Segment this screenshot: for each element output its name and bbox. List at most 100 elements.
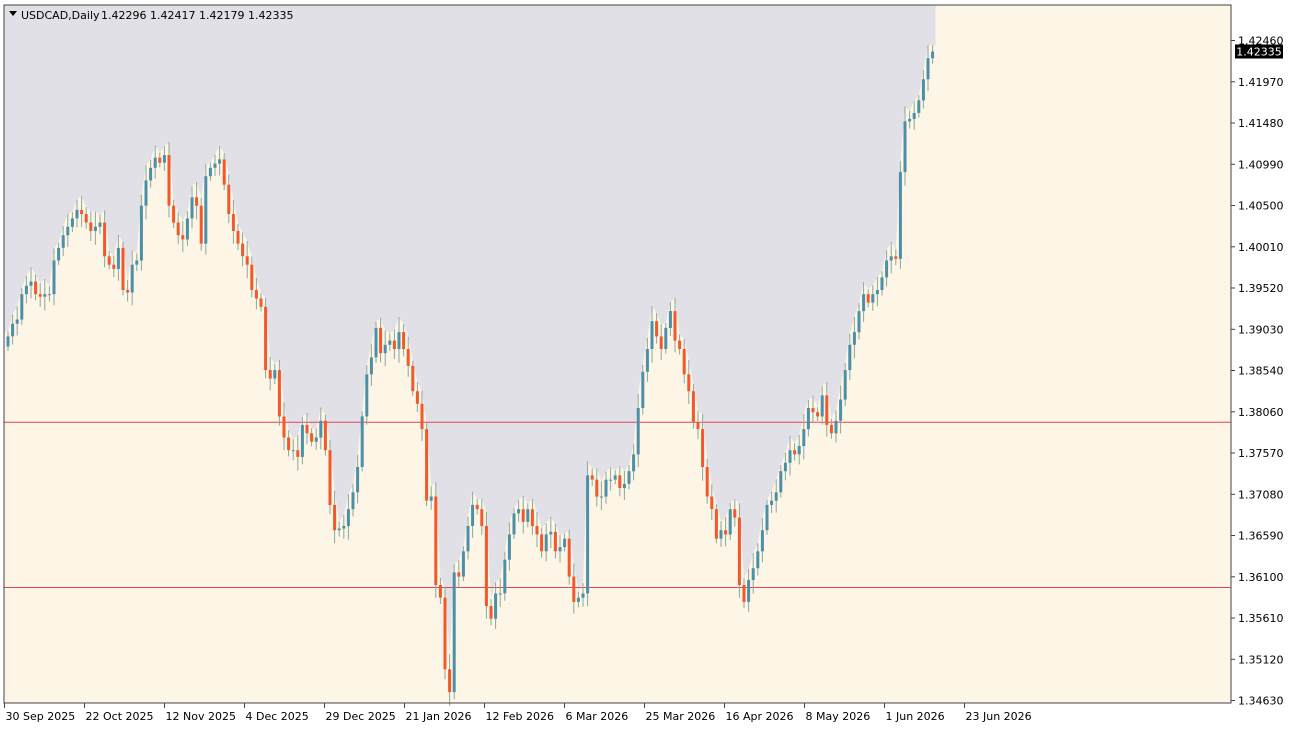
candle-body — [572, 576, 576, 602]
candle-body — [130, 264, 134, 293]
candle-body — [29, 281, 33, 286]
candle-body — [678, 340, 682, 349]
candle-body — [576, 597, 580, 602]
candle-body — [912, 113, 916, 119]
candle-body — [162, 155, 166, 163]
candle-body — [236, 231, 240, 244]
candle-body — [392, 340, 396, 349]
candle-body — [195, 197, 199, 206]
candle-body — [383, 344, 387, 354]
candle-body — [503, 559, 507, 594]
candle-body — [613, 475, 617, 480]
candle-body — [770, 500, 774, 505]
candle-body — [797, 445, 801, 455]
candle-body — [760, 530, 764, 552]
time-tick-label: 29 Dec 2025 — [326, 710, 396, 723]
candle-body — [931, 51, 935, 59]
candle-body — [397, 332, 401, 349]
candle-body — [43, 294, 47, 297]
candle-body — [774, 492, 778, 501]
candle-body — [655, 321, 659, 337]
time-tick-label: 1 Jun 2026 — [886, 710, 945, 723]
candle-body — [788, 450, 792, 463]
candle-body — [595, 479, 599, 497]
candle-body — [825, 395, 829, 425]
candle — [328, 440, 332, 514]
candle — [714, 504, 718, 544]
candle-body — [471, 504, 475, 526]
candle-body — [710, 496, 714, 510]
chart-window: 1.42460 1.41970 1.41480 1.40990 1.40500 1.400… — [0, 0, 1293, 733]
candle-body — [852, 332, 856, 345]
candle-body — [259, 298, 263, 307]
candle-body — [47, 294, 51, 296]
candle-body — [93, 226, 97, 231]
candle-body — [333, 504, 337, 531]
candle-body — [121, 247, 125, 290]
candle — [434, 482, 438, 598]
time-tick-label: 8 May 2026 — [806, 710, 871, 723]
candle-body — [793, 450, 797, 455]
candle-body — [898, 172, 902, 259]
candle-body — [135, 260, 139, 265]
candle-body — [277, 370, 281, 417]
candle-body — [11, 323, 15, 337]
candle-body — [549, 531, 553, 535]
candle-body — [535, 526, 539, 535]
candle-body — [737, 517, 741, 585]
candle — [443, 586, 447, 680]
candle — [264, 297, 268, 379]
candle-body — [319, 420, 323, 438]
candle-body — [724, 530, 728, 535]
time-tick-label: 4 Dec 2025 — [246, 710, 309, 723]
candle-body — [733, 509, 737, 518]
candle-body — [627, 471, 631, 484]
candle-body — [66, 226, 70, 236]
price-tick-label: 1.35610 — [1238, 612, 1284, 625]
candle-body — [659, 336, 663, 349]
candle-body — [779, 471, 783, 493]
candlestick-chart: 1.424601.419701.414801.409901.405001.400… — [0, 0, 1293, 733]
candle-body — [6, 336, 10, 347]
candle-body — [526, 509, 530, 522]
candle-body — [839, 399, 843, 421]
candle-body — [296, 450, 300, 457]
candle-body — [227, 184, 231, 215]
candle-body — [691, 391, 695, 423]
time-tick-label: 12 Feb 2026 — [486, 710, 554, 723]
candle-body — [917, 100, 921, 113]
candle — [360, 411, 364, 472]
candle-body — [15, 319, 19, 324]
candle — [765, 499, 769, 535]
candle-body — [208, 167, 212, 177]
candle-body — [553, 531, 557, 552]
candle-body — [149, 167, 153, 181]
candle-body — [609, 479, 613, 481]
candle-body — [213, 163, 217, 168]
candle-body — [498, 593, 502, 595]
candle-body — [291, 450, 295, 452]
candle-body — [829, 424, 833, 434]
candle-body — [457, 572, 461, 577]
price-tick-label: 1.35120 — [1238, 653, 1284, 666]
candle-body — [645, 349, 649, 372]
time-tick-label: 16 Apr 2026 — [726, 710, 794, 723]
price-tick-label: 1.38060 — [1238, 406, 1284, 419]
candle-body — [356, 467, 360, 493]
candle-body — [388, 340, 392, 345]
candle — [121, 241, 125, 296]
candle-body — [719, 530, 723, 539]
candle-body — [816, 412, 820, 417]
candle-body — [544, 534, 548, 552]
candle-body — [346, 509, 350, 527]
candle — [586, 461, 590, 607]
candle-body — [282, 416, 286, 438]
candle-body — [687, 374, 691, 392]
candle-body — [618, 475, 622, 488]
candle-body — [866, 294, 870, 303]
candle-body — [176, 222, 180, 236]
candle-body — [714, 509, 718, 539]
candle-body — [420, 403, 424, 430]
candle-body — [889, 256, 893, 261]
candle — [374, 321, 378, 363]
